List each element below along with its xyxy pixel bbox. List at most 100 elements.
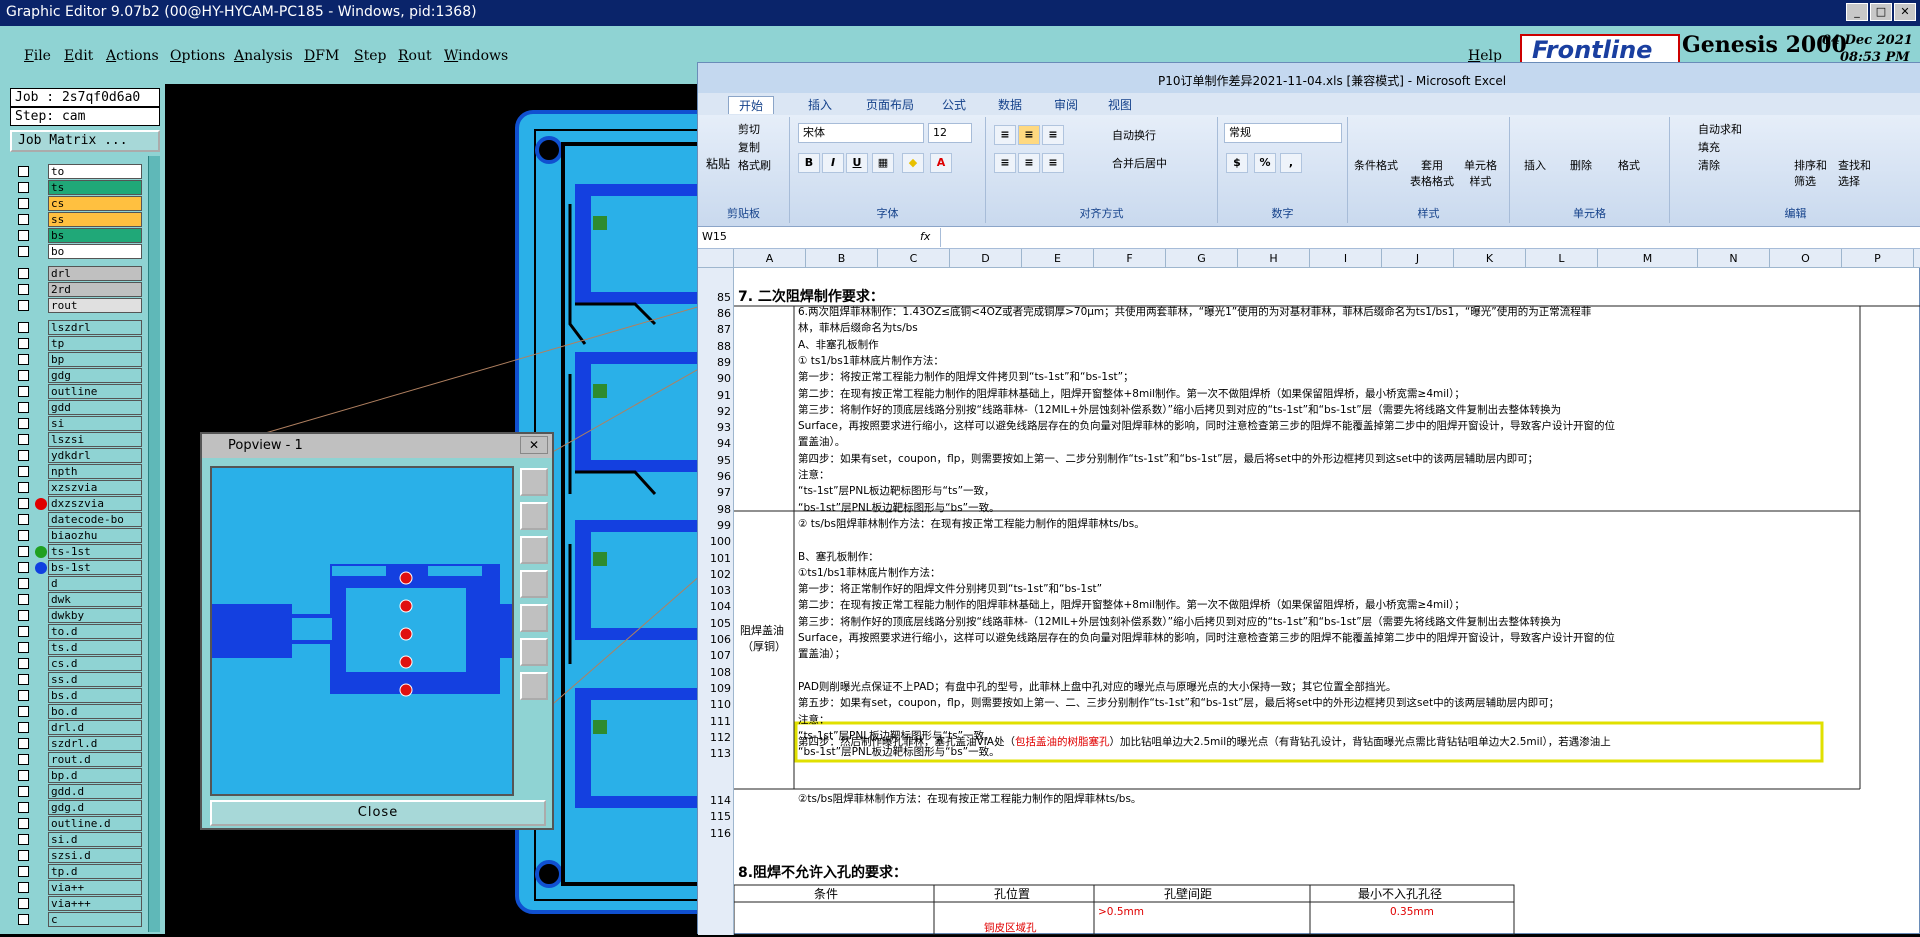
select-all-corner[interactable]	[698, 249, 734, 268]
font-name-dropdown[interactable]: 宋体	[798, 123, 924, 143]
column-header[interactable]: M	[1598, 249, 1698, 268]
delete-button[interactable]: 删除	[1570, 157, 1592, 173]
layer-checkbox[interactable]	[18, 386, 29, 397]
popview-close-button[interactable]: Close	[210, 800, 546, 826]
layer-name[interactable]: outline.d	[48, 816, 142, 831]
fx-icon[interactable]: fx	[920, 230, 930, 243]
font-size-dropdown[interactable]: 12	[928, 123, 972, 143]
layer-name[interactable]: drl.d	[48, 720, 142, 735]
row-header[interactable]: 115	[698, 809, 734, 825]
tab-0[interactable]: 开始	[728, 96, 775, 114]
layer-checkbox[interactable]	[18, 370, 29, 381]
autosum-button[interactable]: 自动求和	[1698, 121, 1742, 137]
layer-row-to[interactable]: to	[12, 164, 142, 179]
layer-checkbox[interactable]	[18, 230, 29, 241]
bold-button[interactable]: B	[798, 153, 820, 173]
column-header[interactable]: N	[1698, 249, 1770, 268]
zoom-out-button[interactable]	[520, 536, 548, 564]
layer-row-2rd[interactable]: 2rd	[12, 282, 142, 297]
row-header[interactable]: 114	[698, 793, 734, 809]
layer-row-lszsi[interactable]: lszsi	[12, 432, 142, 447]
layer-row-si[interactable]: si	[12, 416, 142, 431]
layer-checkbox[interactable]	[18, 754, 29, 765]
layer-name[interactable]: dwk	[48, 592, 142, 607]
layer-checkbox[interactable]	[18, 786, 29, 797]
row-header[interactable]: 108	[698, 665, 734, 681]
layer-checkbox[interactable]	[18, 626, 29, 637]
align-left-icon[interactable]: ≡	[994, 153, 1016, 173]
wrap-text-button[interactable]: 自动换行	[1112, 127, 1156, 143]
layer-row-gdd.d[interactable]: gdd.d	[12, 784, 142, 799]
tab-6[interactable]: 视图	[1108, 96, 1132, 113]
layer-name[interactable]: cs	[48, 196, 142, 211]
layer-name[interactable]: si	[48, 416, 142, 431]
layer-row-szdrl.d[interactable]: szdrl.d	[12, 736, 142, 751]
layer-row-gdg[interactable]: gdg	[12, 368, 142, 383]
layer-row-bo[interactable]: bo	[12, 244, 142, 259]
layer-name[interactable]: via++	[48, 880, 142, 895]
layer-name[interactable]: bo.d	[48, 704, 142, 719]
layer-row-cs[interactable]: cs	[12, 196, 142, 211]
row-header[interactable]: 95	[698, 453, 734, 469]
popview-canvas[interactable]	[210, 466, 514, 796]
layer-name[interactable]: rout	[48, 298, 142, 313]
row-header[interactable]: 97	[698, 485, 734, 501]
tab-5[interactable]: 审阅	[1054, 96, 1078, 113]
format-button[interactable]: 格式	[1618, 157, 1640, 173]
layer-checkbox[interactable]	[18, 882, 29, 893]
column-header[interactable]: J	[1382, 249, 1454, 268]
layer-checkbox[interactable]	[18, 182, 29, 193]
row-header[interactable]: 90	[698, 371, 734, 387]
row-header[interactable]: 109	[698, 681, 734, 697]
layer-checkbox[interactable]	[18, 284, 29, 295]
layer-name[interactable]: ss	[48, 212, 142, 227]
layer-name[interactable]: drl	[48, 266, 142, 281]
layer-name[interactable]: szsi.d	[48, 848, 142, 863]
align-center-icon[interactable]: ≡	[1018, 153, 1040, 173]
underline-button[interactable]: U	[846, 153, 868, 173]
copy-button[interactable]: 复制	[738, 139, 760, 155]
row-header[interactable]: 113	[698, 746, 734, 762]
layer-name[interactable]: ss.d	[48, 672, 142, 687]
row-header[interactable]: 107	[698, 648, 734, 664]
layer-checkbox[interactable]	[18, 466, 29, 477]
layer-row-drl.d[interactable]: drl.d	[12, 720, 142, 735]
layer-row-gdg.d[interactable]: gdg.d	[12, 800, 142, 815]
zoom-in-button[interactable]	[520, 502, 548, 530]
layer-checkbox[interactable]	[18, 898, 29, 909]
layer-row-dwk[interactable]: dwk	[12, 592, 142, 607]
font-color-icon[interactable]: A	[930, 153, 952, 173]
worksheet[interactable]: 7. 二次阻焊制作要求： 阻焊盖油 （厚铜） 6.两次阻焊菲林制作：1.43OZ…	[734, 268, 1920, 935]
layer-name[interactable]: ts.d	[48, 640, 142, 655]
layer-checkbox[interactable]	[18, 770, 29, 781]
home-button[interactable]	[520, 672, 548, 700]
layer-checkbox[interactable]	[18, 690, 29, 701]
layer-row-ss[interactable]: ss	[12, 212, 142, 227]
row-header[interactable]: 91	[698, 388, 734, 404]
layer-checkbox[interactable]	[18, 530, 29, 541]
layer-name[interactable]: rout.d	[48, 752, 142, 767]
layer-row-drl[interactable]: drl	[12, 266, 142, 281]
row-header[interactable]: 92	[698, 404, 734, 420]
layer-name[interactable]: to.d	[48, 624, 142, 639]
row-header[interactable]: 105	[698, 616, 734, 632]
layer-checkbox[interactable]	[18, 610, 29, 621]
popview-close-icon[interactable]: ✕	[520, 436, 548, 454]
menu-options[interactable]: Options	[170, 48, 225, 64]
align-top-icon[interactable]: ≡	[994, 125, 1016, 145]
layer-name[interactable]: gdg	[48, 368, 142, 383]
currency-icon[interactable]: $	[1226, 153, 1248, 173]
layer-row-ts.d[interactable]: ts.d	[12, 640, 142, 655]
layer-row-npth[interactable]: npth	[12, 464, 142, 479]
align-right-icon[interactable]: ≡	[1042, 153, 1064, 173]
layer-row-biaozhu[interactable]: biaozhu	[12, 528, 142, 543]
row-header[interactable]: 87	[698, 322, 734, 338]
column-header[interactable]: P	[1842, 249, 1914, 268]
layer-checkbox[interactable]	[18, 482, 29, 493]
menu-dfm[interactable]: DFM	[304, 48, 339, 64]
layer-name[interactable]: gdd	[48, 400, 142, 415]
layer-checkbox[interactable]	[18, 246, 29, 257]
comma-icon[interactable]: ,	[1280, 153, 1302, 173]
layer-name[interactable]: ydkdrl	[48, 448, 142, 463]
maximize-icon[interactable]: □	[1870, 3, 1892, 21]
